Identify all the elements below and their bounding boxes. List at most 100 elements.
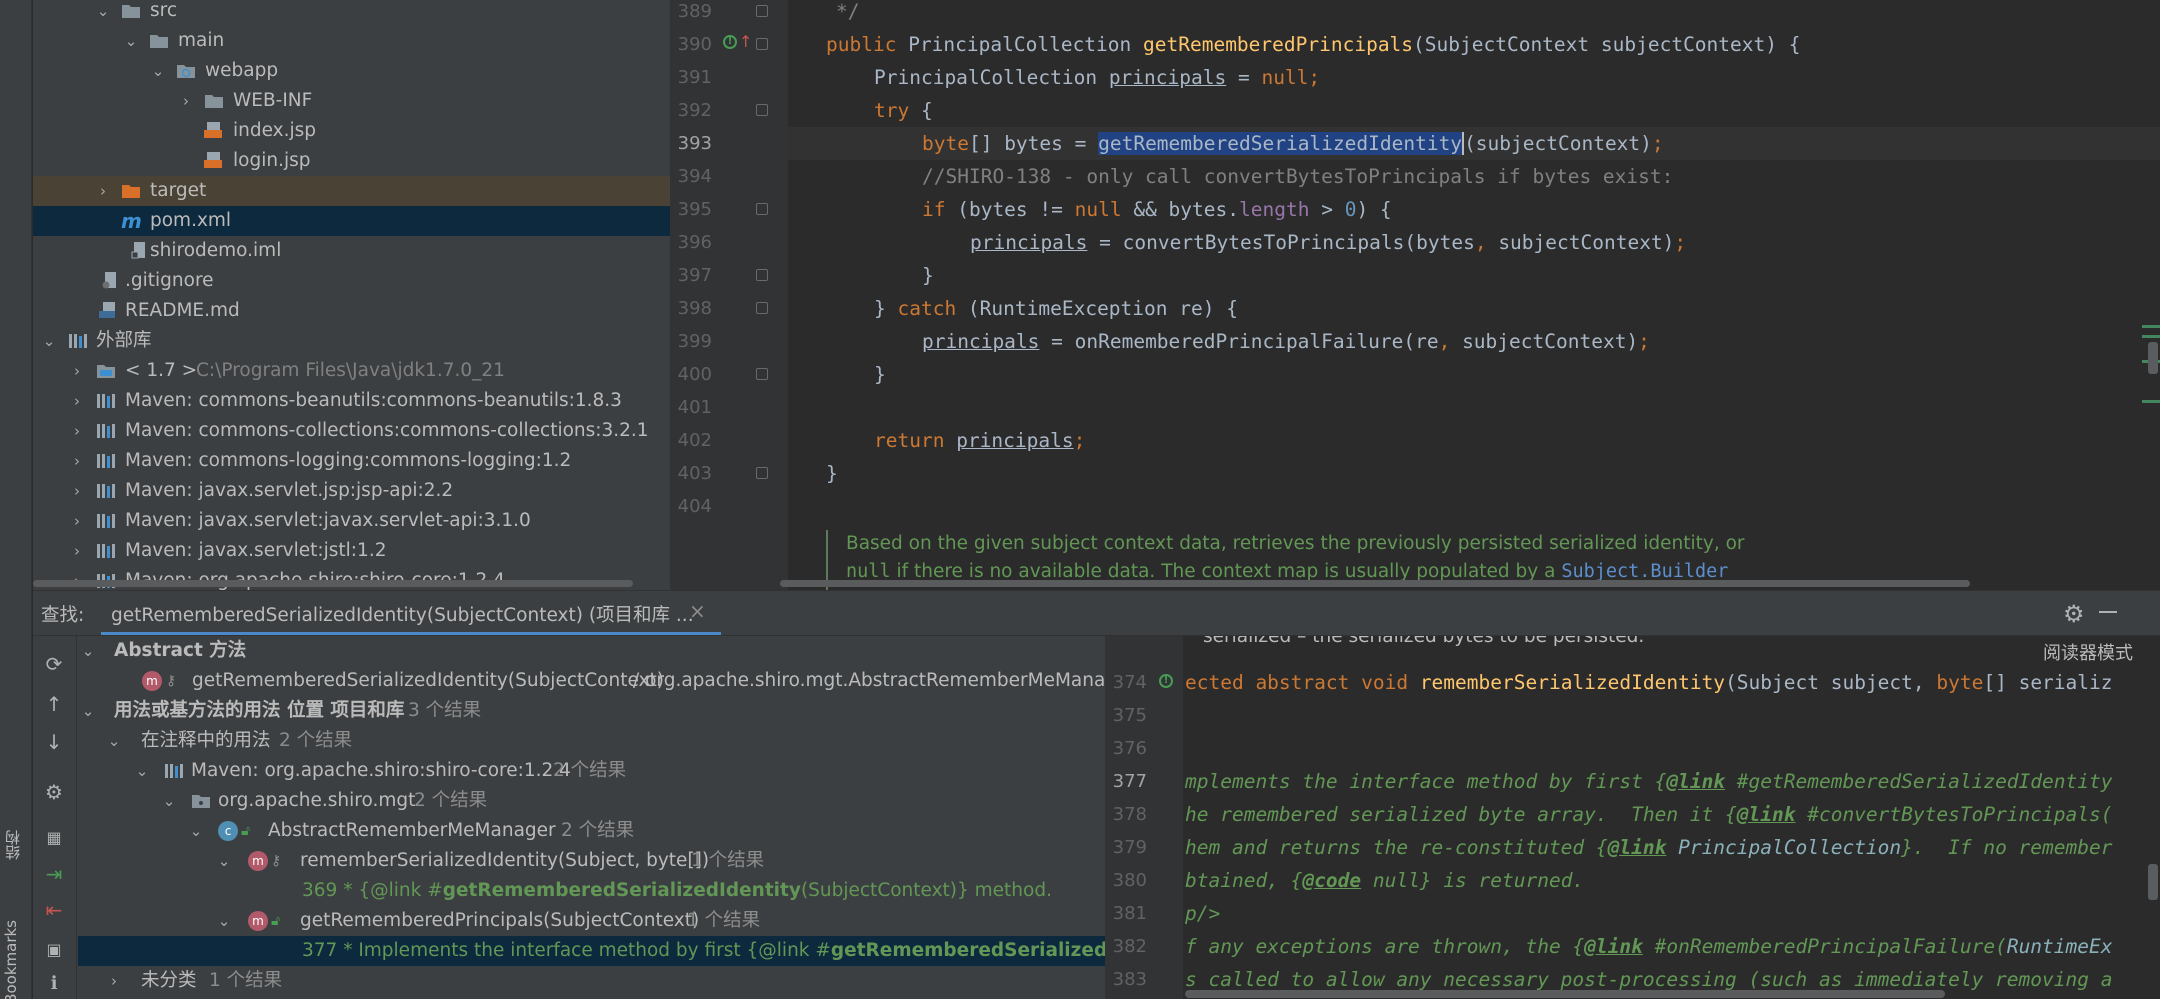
minimize-icon[interactable]	[2099, 611, 2117, 613]
tree-node-maven-lib[interactable]: › Maven: javax.servlet:javax.servlet-api…	[33, 506, 670, 536]
implements-icon[interactable]: !	[723, 35, 737, 49]
preview-icon[interactable]: ▣	[42, 938, 66, 962]
chevron-right-icon[interactable]: ›	[104, 966, 124, 996]
fold-marker-icon[interactable]	[756, 203, 768, 215]
find-tab[interactable]: getRememberedSerializedIdentity(SubjectC…	[101, 593, 721, 635]
chevron-right-icon[interactable]: ›	[69, 386, 85, 416]
chevron-down-icon[interactable]: ⌄	[214, 906, 234, 936]
tree-node-maven-lib[interactable]: › Maven: javax.servlet:jstl:1.2	[33, 536, 670, 566]
chevron-right-icon[interactable]: ›	[69, 446, 85, 476]
result-usage[interactable]: 369 * {@link #getRememberedSerializedIde…	[78, 876, 1105, 906]
doc-tag: @link	[1666, 770, 1726, 793]
result-group[interactable]: ⌄ m 🔓︎ getRememberedPrincipals(SubjectCo…	[78, 906, 1105, 936]
result-group[interactable]: ⌄ m ⚷ rememberSerializedIdentity(Subject…	[78, 846, 1105, 876]
result-group[interactable]: ⌄ Abstract 方法	[78, 636, 1105, 666]
tree-node-iml[interactable]: shirodemo.iml	[33, 236, 670, 266]
chevron-down-icon[interactable]: ⌄	[214, 846, 234, 876]
result-group[interactable]: ⌄ 用法或基方法的用法 位置 项目和库 3 个结果	[78, 696, 1105, 726]
result-count: 1 个结果	[209, 970, 283, 991]
tree-node-main[interactable]: ⌄ main	[33, 26, 670, 56]
tree-node-web-inf[interactable]: › WEB-INF	[33, 86, 670, 116]
chevron-down-icon[interactable]: ⌄	[78, 696, 98, 726]
tree-node-maven-lib[interactable]: › Maven: javax.servlet.jsp:jsp-api:2.2	[33, 476, 670, 506]
change-marker[interactable]	[2142, 400, 2160, 403]
usage-preview-editor[interactable]: 374 375 376 377 378 379 380 381 382 383 …	[1105, 636, 2160, 999]
chevron-down-icon[interactable]: ⌄	[41, 326, 57, 356]
chevron-down-icon[interactable]: ⌄	[123, 26, 139, 56]
line-number: 379	[1112, 837, 1147, 858]
change-marker[interactable]	[2142, 335, 2160, 338]
chevron-right-icon[interactable]: ›	[69, 476, 85, 506]
tree-node-gitignore[interactable]: .gitignore	[33, 266, 670, 296]
chevron-right-icon[interactable]: ›	[69, 416, 85, 446]
scrollbar-thumb[interactable]	[780, 580, 1970, 587]
expand-all-icon[interactable]: ⇥	[42, 862, 66, 886]
editor-scrollbar-thumb[interactable]	[2148, 342, 2158, 374]
preview-scrollbar-thumb[interactable]	[2148, 864, 2158, 900]
gear-icon[interactable]: ⚙	[2063, 600, 2085, 628]
tree-node-maven-lib[interactable]: › Maven: commons-collections:commons-col…	[33, 416, 670, 446]
result-item[interactable]: m ⚷ getRememberedSerializedIdentity(Subj…	[78, 666, 1105, 696]
arrow-down-icon[interactable]: ↓	[42, 730, 66, 754]
bookmarks-tab[interactable]: Bookmarks	[2, 920, 20, 999]
line-number: 390	[677, 34, 712, 55]
tree-node-login-jsp[interactable]: login.jsp	[33, 146, 670, 176]
scrollbar-thumb[interactable]	[33, 580, 633, 587]
group-by-icon[interactable]: ▦	[42, 826, 66, 850]
chevron-down-icon[interactable]: ⌄	[150, 56, 166, 86]
fold-marker-icon[interactable]	[756, 269, 768, 281]
find-side-toolbar: ⟳ ↑ ↓ ⚙ ▦ ⇥ ⇤ ▣ ℹ	[33, 636, 77, 999]
tree-node-src[interactable]: ⌄ src	[33, 0, 670, 26]
reader-mode-toggle[interactable]: 阅读器模式	[2043, 639, 2133, 665]
result-group[interactable]: ⌄ c 🔓︎ AbstractRememberMeManager 2 个结果	[78, 816, 1105, 846]
chevron-down-icon[interactable]: ⌄	[104, 726, 124, 756]
chevron-right-icon[interactable]: ›	[95, 176, 111, 206]
close-icon[interactable]: ×	[689, 599, 706, 623]
selected-text[interactable]: getRememberedSerializedIdentity	[1098, 132, 1463, 155]
chevron-right-icon[interactable]: ›	[69, 536, 85, 566]
info-icon[interactable]: ℹ	[42, 972, 66, 996]
result-usage-selected[interactable]: 377 * Implements the interface method by…	[78, 936, 1105, 966]
line-number: 396	[677, 232, 712, 253]
chevron-right-icon[interactable]: ›	[178, 86, 194, 116]
tree-horizontal-scrollbar[interactable]	[33, 578, 670, 588]
collapse-all-icon[interactable]: ⇤	[42, 898, 66, 922]
chevron-right-icon[interactable]: ›	[69, 356, 85, 386]
result-group[interactable]: ⌄ org.apache.shiro.mgt 2 个结果	[78, 786, 1105, 816]
arrow-up-icon[interactable]: ↑	[42, 692, 66, 716]
code-token: (SubjectContext subjectContext) {	[1413, 33, 1801, 56]
chevron-down-icon[interactable]: ⌄	[95, 0, 111, 26]
tree-node-index-jsp[interactable]: index.jsp	[33, 116, 670, 146]
editor-horizontal-scrollbar[interactable]	[780, 578, 2080, 588]
tree-node-jdk[interactable]: › < 1.7 > C:\Program Files\Java\jdk1.7.0…	[33, 356, 670, 386]
fold-marker-icon[interactable]	[756, 38, 768, 50]
tree-node-maven-lib[interactable]: › Maven: commons-logging:commons-logging…	[33, 446, 670, 476]
chevron-down-icon[interactable]: ⌄	[78, 636, 98, 666]
tree-node-webapp[interactable]: ⌄ webapp	[33, 56, 670, 86]
structure-tab[interactable]: 结构	[2, 830, 23, 860]
chevron-down-icon[interactable]: ⌄	[132, 756, 152, 786]
fold-marker-icon[interactable]	[756, 368, 768, 380]
result-group[interactable]: ⌄ 在注释中的用法 2 个结果	[78, 726, 1105, 756]
chevron-right-icon[interactable]: ›	[69, 506, 85, 536]
tree-node-readme[interactable]: README.md	[33, 296, 670, 326]
settings-icon[interactable]: ⚙	[42, 780, 66, 804]
code-editor[interactable]: 389 390 391 392 393 394 395 396 397 398 …	[670, 0, 2160, 590]
tree-node-external-libs[interactable]: ⌄ 外部库	[33, 326, 670, 356]
tree-node-pom-xml[interactable]: m pom.xml	[33, 206, 670, 236]
preview-horizontal-scrollbar[interactable]	[1185, 990, 1945, 998]
tree-node-maven-lib[interactable]: › Maven: commons-beanutils:commons-beanu…	[33, 386, 670, 416]
change-marker[interactable]	[2142, 325, 2160, 328]
tree-node-target[interactable]: › target	[33, 176, 670, 206]
chevron-down-icon[interactable]: ⌄	[186, 816, 206, 846]
fold-marker-icon[interactable]	[756, 302, 768, 314]
result-group[interactable]: › 未分类 1 个结果	[78, 966, 1105, 996]
implements-icon[interactable]: !	[1159, 674, 1173, 688]
rerun-icon[interactable]: ⟳	[42, 652, 66, 676]
fold-marker-icon[interactable]	[756, 467, 768, 479]
fold-marker-icon[interactable]	[756, 5, 768, 17]
result-group[interactable]: ⌄ Maven: org.apache.shiro:shiro-core:1.2…	[78, 756, 1105, 786]
fold-marker-icon[interactable]	[756, 104, 768, 116]
chevron-down-icon[interactable]: ⌄	[159, 786, 179, 816]
override-arrow-icon[interactable]: ↑	[739, 32, 752, 51]
